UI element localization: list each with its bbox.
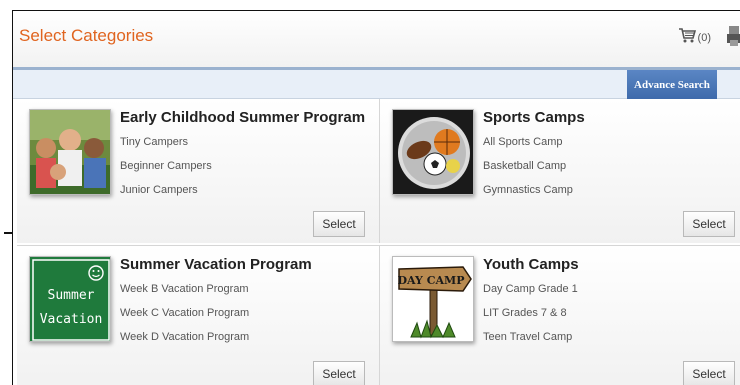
subcategory-item[interactable]: Week B Vacation Program <box>120 282 249 306</box>
select-button[interactable]: Select <box>683 211 735 237</box>
category-title: Sports Camps <box>483 109 585 126</box>
children-photo <box>29 109 111 195</box>
print-icon[interactable] <box>727 25 740 52</box>
category-card-early-childhood: Early Childhood Summer Program Tiny Camp… <box>17 99 379 243</box>
category-card-youth: DAY CAMP Youth Camps Day Camp Grade 1 LI… <box>379 245 740 385</box>
frame-tick <box>4 232 12 234</box>
summer-vacation-sign: Summer Vacation <box>29 256 111 342</box>
page-title: Select Categories <box>19 26 154 45</box>
select-button[interactable]: Select <box>313 211 365 237</box>
sign-text-summer: Summer <box>48 288 95 303</box>
subcategory-item[interactable]: Week C Vacation Program <box>120 306 249 330</box>
subcategory-item[interactable]: All Sports Camp <box>483 135 573 159</box>
search-bar: Advance Search <box>13 67 740 99</box>
subcategory-item[interactable]: Teen Travel Camp <box>483 330 578 354</box>
sign-text-vacation: Vacation <box>40 312 103 327</box>
category-title: Youth Camps <box>483 256 579 273</box>
panel-header: Select Categories (0) <box>13 11 740 67</box>
sign-text-day-camp: DAY CAMP <box>398 274 465 287</box>
category-card-sports: Sports Camps All Sports Camp Basketball … <box>379 99 740 243</box>
category-grid: Early Childhood Summer Program Tiny Camp… <box>13 99 740 385</box>
subcategory-item[interactable]: Tiny Campers <box>120 135 212 159</box>
subcategory-item[interactable]: Week D Vacation Program <box>120 330 249 354</box>
subcategory-list: Week B Vacation Program Week C Vacation … <box>120 282 249 354</box>
sports-balls-photo <box>392 109 474 195</box>
cart-link[interactable]: (0) <box>678 27 711 48</box>
advance-search-button[interactable]: Advance Search <box>627 70 717 99</box>
subcategory-item[interactable]: Beginner Campers <box>120 159 212 183</box>
subcategory-item[interactable]: Gymnastics Camp <box>483 183 573 207</box>
category-card-summer-vacation: Summer Vacation Summer Vacation Program … <box>17 245 379 385</box>
subcategory-item[interactable]: LIT Grades 7 & 8 <box>483 306 578 330</box>
category-title: Early Childhood Summer Program <box>120 109 366 126</box>
day-camp-sign: DAY CAMP <box>392 256 474 342</box>
select-button[interactable]: Select <box>683 361 735 385</box>
subcategory-list: Tiny Campers Beginner Campers Junior Cam… <box>120 135 212 207</box>
select-button[interactable]: Select <box>313 361 365 385</box>
subcategory-item[interactable]: Basketball Camp <box>483 159 573 183</box>
category-panel: Select Categories (0) Advance Search Ear… <box>12 10 740 385</box>
subcategory-item[interactable]: Day Camp Grade 1 <box>483 282 578 306</box>
category-title: Summer Vacation Program <box>120 256 312 273</box>
cart-count: (0) <box>697 31 711 44</box>
subcategory-list: All Sports Camp Basketball Camp Gymnasti… <box>483 135 573 207</box>
subcategory-item[interactable]: Junior Campers <box>120 183 212 207</box>
cart-icon[interactable] <box>678 27 696 48</box>
subcategory-list: Day Camp Grade 1 LIT Grades 7 & 8 Teen T… <box>483 282 578 354</box>
